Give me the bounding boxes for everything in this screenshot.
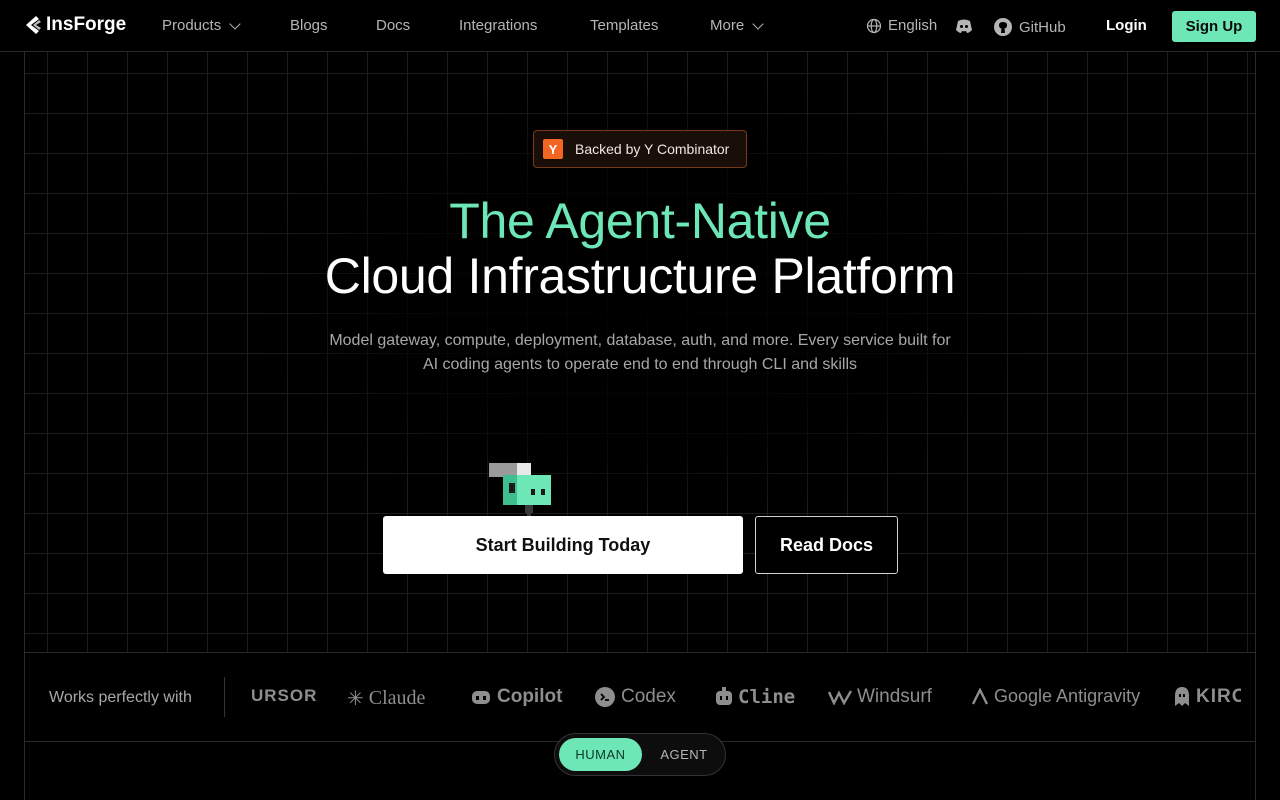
toggle-agent[interactable]: AGENT [647, 738, 721, 771]
brand-codex-label: Codex [621, 686, 676, 707]
nav-products[interactable]: Products [162, 17, 241, 34]
brand-kiro: KIRO [1173, 686, 1241, 708]
nav-more-label: More [710, 17, 745, 34]
brand-windsurf: Windsurf [828, 686, 932, 708]
hero-subtitle-line2: AI coding agents to operate end to end t… [422, 356, 858, 373]
brand-cline-label: Cline [738, 686, 796, 708]
works-with-strip: Works perfectly with URSOR ✳ Claude Copi… [24, 652, 1256, 742]
github-label: GitHub [1019, 18, 1066, 36]
signup-button[interactable]: Sign Up [1172, 11, 1256, 42]
works-with-label: Works perfectly with [49, 689, 192, 706]
brand-claude: ✳ Claude [347, 686, 425, 711]
login-button[interactable]: Login [1106, 17, 1147, 34]
divider [224, 677, 225, 717]
start-building-button[interactable]: Start Building Today [383, 516, 743, 574]
brand-claude-label: Claude [368, 687, 426, 709]
copilot-icon [472, 691, 490, 704]
nav-templates[interactable]: Templates [590, 17, 658, 34]
brand-logo-carousel: URSOR ✳ Claude Copilot Codex Cline Winds… [251, 653, 1241, 741]
nav-products-label: Products [162, 17, 222, 34]
claude-icon: ✳ [347, 688, 364, 710]
brand-copilot: Copilot [470, 686, 562, 708]
brand-cursor: URSOR [251, 686, 317, 706]
insforge-logo[interactable]: InsForge [24, 14, 126, 36]
language-label: English [888, 17, 938, 34]
brand-google-antigravity: Google Antigravity [971, 686, 1140, 707]
yc-badge[interactable]: Y Backed by Y Combinator [533, 130, 747, 168]
brand-cline: Cline [715, 686, 795, 708]
yc-logo-icon: Y [543, 139, 563, 159]
nav-integrations[interactable]: Integrations [459, 17, 537, 34]
brand-codex: Codex [594, 686, 676, 708]
github-link[interactable]: GitHub [993, 17, 1066, 37]
pixel-mascot-icon [489, 461, 553, 522]
chevron-down-icon [229, 17, 241, 30]
discord-icon[interactable] [954, 16, 974, 41]
brand-copilot-label: Copilot [497, 686, 563, 707]
antigravity-icon [971, 687, 989, 705]
nav-more[interactable]: More [710, 17, 764, 34]
human-agent-toggle[interactable]: HUMAN AGENT [554, 733, 726, 776]
nav-docs[interactable]: Docs [376, 17, 410, 34]
chevron-down-icon [752, 17, 764, 30]
insforge-mark-icon [26, 16, 41, 34]
windsurf-icon [828, 690, 852, 705]
globe-icon [866, 18, 882, 33]
brand-kiro-label: KIRO [1196, 686, 1241, 707]
hero-subtitle-line1: Model gateway, compute, deployment, data… [329, 332, 951, 349]
cline-icon [716, 687, 732, 705]
hero-title-line1: The Agent-Native [449, 193, 831, 249]
nav-blogs[interactable]: Blogs [290, 17, 328, 34]
hero-subtitle: Model gateway, compute, deployment, data… [300, 329, 980, 377]
codex-icon [595, 687, 615, 707]
brand-cursor-label: URSOR [251, 686, 318, 705]
github-icon [994, 18, 1012, 36]
kiro-ghost-icon [1175, 687, 1189, 706]
brand-windsurf-label: Windsurf [857, 686, 932, 707]
toggle-human[interactable]: HUMAN [559, 738, 642, 771]
brand-antigravity-label: Google Antigravity [994, 686, 1141, 706]
logo-text: InsForge [46, 14, 127, 35]
top-navbar: InsForge Products Blogs Docs Integration… [0, 0, 1280, 52]
read-docs-button[interactable]: Read Docs [755, 516, 898, 574]
language-selector[interactable]: English [866, 17, 937, 34]
hero-title-line2: Cloud Infrastructure Platform [324, 248, 956, 304]
yc-badge-text: Backed by Y Combinator [575, 141, 730, 157]
